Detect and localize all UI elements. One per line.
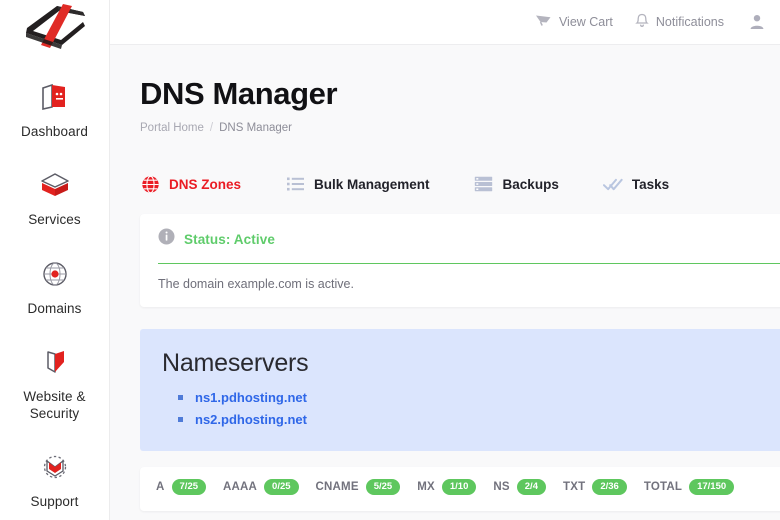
nameservers-title: Nameservers [162, 349, 309, 377]
dashboard-book-icon [35, 78, 75, 116]
nameservers-list: ns1.pdhosting.net ns2.pdhosting.net [162, 390, 776, 427]
record-type-label: CNAME [315, 480, 359, 493]
record-type-label: TXT [562, 480, 586, 493]
record-type-label: NS [493, 480, 510, 493]
server-stack-icon [474, 174, 494, 194]
breadcrumb-portal-home[interactable]: Portal Home [140, 122, 204, 134]
record-count-txt[interactable]: TXT 2/36 [563, 479, 627, 495]
brand-logo[interactable] [0, 0, 110, 54]
sidebar-item-label: Website & Security [23, 388, 86, 422]
record-count-aaaa[interactable]: AAAA 0/25 [223, 479, 299, 495]
record-count-badge: 0/25 [264, 479, 299, 495]
cart-icon [535, 13, 552, 31]
sidebar-item-services[interactable]: Services [0, 166, 110, 228]
sidebar-item-domains[interactable]: Domains [0, 255, 110, 317]
page-title: DNS Manager [140, 76, 338, 111]
tab-label: Bulk Management [314, 176, 430, 192]
services-box-icon [35, 166, 75, 204]
status-divider [158, 263, 780, 264]
double-check-icon [602, 174, 623, 194]
record-count-ns[interactable]: NS 2/4 [493, 479, 546, 495]
status-panel: Status: Active The domain example.com is… [140, 214, 780, 307]
nameserver-link[interactable]: ns2.pdhosting.net [195, 412, 307, 427]
record-count-a[interactable]: A 7/25 [156, 479, 207, 495]
tab-backups[interactable]: Backups [474, 174, 559, 194]
domains-globe-icon [35, 255, 75, 293]
list-item[interactable]: ns2.pdhosting.net [162, 412, 776, 427]
main-content: DNS Manager Portal Home / DNS Manager DN… [110, 45, 780, 520]
tab-dns-zones[interactable]: DNS Zones [140, 174, 241, 194]
tab-label: DNS Zones [169, 176, 242, 192]
sidebar-item-label: Services [28, 212, 81, 228]
sidebar-item-label: Domains [27, 300, 82, 316]
sidebar: Dashboard Services Domains Website & Sec… [0, 0, 110, 520]
record-count-badge: 2/36 [592, 479, 627, 495]
notifications-button[interactable]: Notifications [635, 13, 724, 32]
tab-tasks[interactable]: Tasks [602, 174, 670, 194]
pdhosting-logo-icon [25, 4, 85, 49]
status-message: The domain example.com is active. [158, 277, 354, 291]
sidebar-item-label: Dashboard [21, 124, 88, 139]
record-count-total[interactable]: TOTAL 17/150 [643, 479, 735, 495]
tab-bar: DNS Zones Bulk Management Backups Tasks [140, 174, 780, 194]
website-security-shield-icon [35, 343, 75, 381]
sidebar-item-label: Support [30, 494, 79, 510]
record-count-badge: 5/25 [365, 479, 401, 495]
view-cart-label: View Cart [558, 15, 613, 29]
user-avatar-icon [750, 15, 764, 29]
nameserver-link[interactable]: ns1.pdhosting.net [195, 390, 307, 405]
breadcrumb-current: DNS Manager [219, 122, 292, 134]
notifications-label: Notifications [655, 15, 724, 29]
info-icon [158, 228, 175, 250]
globe-icon [140, 174, 160, 194]
record-type-label: A [156, 480, 165, 493]
support-lifebuoy-icon [35, 448, 75, 486]
bullet-icon [178, 395, 183, 400]
record-count-badge: 1/10 [441, 479, 477, 495]
avatar[interactable] [748, 13, 766, 31]
record-count-cname[interactable]: CNAME 5/25 [316, 479, 401, 495]
record-counts-bar: A 7/25 AAAA 0/25 CNAME 5/25 MX 1/10 NS 2… [140, 467, 780, 511]
record-count-badge: 2/4 [516, 479, 546, 495]
bullet-icon [178, 417, 183, 422]
nameservers-panel: Nameservers ns1.pdhosting.net ns2.pdhost… [140, 329, 780, 451]
view-cart-button[interactable]: View Cart [535, 13, 613, 31]
sidebar-item-support[interactable]: Support [0, 448, 110, 510]
tab-label: Backups [502, 176, 559, 192]
status-header: Status: Active [158, 228, 780, 250]
sidebar-nav: Dashboard Services Domains Website & Sec… [0, 54, 110, 520]
record-count-badge: 7/25 [171, 479, 207, 495]
sidebar-item-dashboard[interactable]: Dashboard [0, 78, 110, 140]
breadcrumb-separator: / [209, 122, 214, 134]
record-count-badge: 17/150 [689, 479, 735, 495]
bell-icon [635, 13, 649, 32]
record-type-label: AAAA [223, 480, 258, 493]
record-type-label: MX [417, 480, 435, 493]
breadcrumb: Portal Home / DNS Manager [140, 122, 780, 134]
sidebar-item-website-security[interactable]: Website & Security [0, 343, 110, 423]
dns-manager-page: Dashboard Services Domains Website & Sec… [0, 0, 780, 520]
record-count-mx[interactable]: MX 1/10 [417, 479, 477, 495]
list-icon [285, 174, 305, 194]
topbar: View Cart Notifications [110, 0, 780, 45]
tab-label: Tasks [631, 176, 670, 192]
status-title: Status: Active [184, 231, 275, 247]
record-type-label: TOTAL [643, 480, 683, 493]
list-item[interactable]: ns1.pdhosting.net [162, 390, 776, 405]
tab-bulk-management[interactable]: Bulk Management [285, 174, 430, 194]
